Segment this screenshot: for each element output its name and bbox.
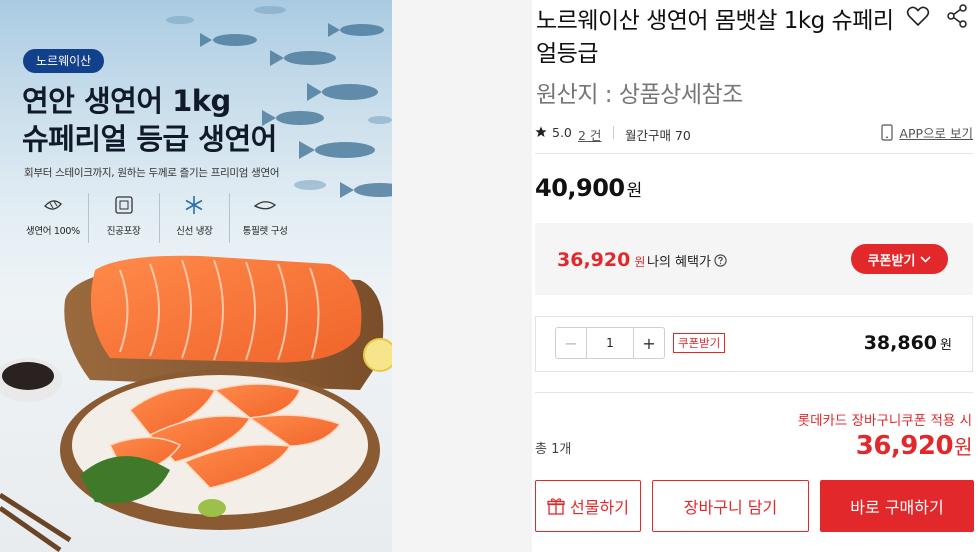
add-to-cart-button[interactable]: 장바구니 담기	[652, 480, 809, 532]
heart-icon	[906, 6, 930, 27]
star-icon	[535, 126, 547, 137]
salmon-dish-illustration	[0, 255, 392, 552]
feature-label: 생연어 100%	[25, 226, 80, 237]
total-price-currency: 원	[954, 435, 972, 459]
feature-item: 신선 냉장	[160, 193, 231, 243]
gift-icon	[547, 498, 565, 515]
benefit-label: 나의 혜택가	[647, 251, 727, 270]
benefit-price-currency: 원	[634, 255, 646, 269]
review-count-link[interactable]: 2 건	[578, 125, 601, 144]
feature-item: 통필렛 구성	[230, 193, 300, 243]
gift-button[interactable]: 선물하기	[535, 480, 641, 532]
quantity-input[interactable]: 1	[587, 328, 633, 358]
app-view-link[interactable]: APP으로 보기	[881, 123, 973, 142]
divider	[535, 392, 973, 393]
origin-badge: 노르웨이산	[23, 49, 105, 73]
feature-label: 신선 냉장	[176, 226, 213, 237]
meta-divider	[613, 126, 614, 139]
buy-button-label: 바로 구매하기	[850, 498, 944, 517]
chevron-down-icon	[920, 255, 931, 263]
coupon-tag-button[interactable]: 쿠폰받기	[673, 333, 726, 353]
snowflake-icon	[182, 193, 206, 217]
quantity-stepper: − 1 +	[555, 327, 665, 359]
share-button[interactable]	[946, 4, 968, 28]
total-price-value: 36,920	[855, 431, 954, 461]
total-price: 36,920원	[855, 431, 973, 461]
feature-label: 통필렛 구성	[242, 226, 288, 237]
product-title: 노르웨이산 생연어 몸뱃살 1kg 슈페리얼등급	[536, 8, 894, 67]
option-price: 38,860 원	[864, 332, 952, 354]
product-info-panel: 노르웨이산 생연어 몸뱃살 1kg 슈페리얼등급 원산지 : 상품상세참조 5.…	[532, 0, 978, 552]
option-price-value: 38,860	[863, 332, 938, 354]
share-icon	[947, 4, 967, 28]
benefit-box: 36,920 원 나의 혜택가 쿠폰받기	[535, 223, 973, 295]
gift-button-label: 선물하기	[570, 498, 629, 517]
price-currency: 원	[626, 181, 643, 201]
coupon-download-button[interactable]: 쿠폰받기	[851, 244, 948, 274]
feature-item: 진공포장	[89, 193, 160, 243]
app-view-label: APP으로 보기	[899, 126, 973, 141]
origin-text: 원산지 : 상품상세참조	[536, 82, 743, 108]
feature-label: 진공포장	[106, 226, 141, 237]
option-box: − 1 + 쿠폰받기 38,860 원	[535, 316, 973, 372]
cart-button-label: 장바구니 담기	[683, 498, 778, 517]
monthly-purchase: 월간구매 70	[625, 128, 691, 143]
product-price: 40,900 원	[535, 174, 642, 202]
salmon-fillet-icon	[41, 193, 65, 217]
wishlist-button[interactable]	[905, 3, 931, 29]
feature-row: 생연어 100% 진공포장 신선 냉장 통필렛 구성	[18, 193, 300, 243]
decrease-quantity-button[interactable]: −	[556, 328, 587, 358]
card-coupon-note: 롯데카드 장바구니쿠폰 적용 시	[797, 413, 972, 429]
divider	[535, 153, 973, 154]
hero-title: 연안 생연어 1kg 슈페리얼 등급 생연어	[22, 82, 322, 158]
benefit-price-value: 36,920	[557, 249, 631, 271]
hero-title-line1: 연안 생연어 1kg	[22, 84, 231, 118]
smartphone-icon	[881, 124, 893, 141]
increase-quantity-button[interactable]: +	[633, 328, 664, 358]
benefit-label-text: 나의 혜택가	[647, 255, 711, 270]
benefit-price: 36,920 원	[557, 249, 645, 271]
image-gutter	[392, 0, 532, 552]
buy-now-button[interactable]: 바로 구매하기	[820, 480, 974, 532]
vacuum-pack-icon	[112, 193, 136, 217]
fillet-piece-icon	[253, 193, 277, 217]
option-price-currency: 원	[940, 338, 952, 353]
hero-title-line2: 슈페리얼 등급 생연어	[22, 122, 277, 156]
rating-value: 5.0	[552, 125, 572, 140]
feature-item: 생연어 100%	[18, 193, 89, 243]
question-icon[interactable]	[714, 254, 727, 267]
product-meta: 5.0 2 건 월간구매 70 APP으로 보기	[535, 123, 973, 143]
product-image: 노르웨이산 연안 생연어 1kg 슈페리얼 등급 생연어 회부터 스테이크까지,…	[0, 0, 392, 552]
total-count: 총 1개	[535, 442, 572, 457]
action-buttons: 선물하기 장바구니 담기 바로 구매하기	[535, 480, 974, 532]
hero-subtitle: 회부터 스테이크까지, 원하는 두께로 즐기는 프리미엄 생연어	[24, 167, 280, 179]
price-value: 40,900	[535, 174, 625, 202]
coupon-button-label: 쿠폰받기	[867, 252, 916, 268]
